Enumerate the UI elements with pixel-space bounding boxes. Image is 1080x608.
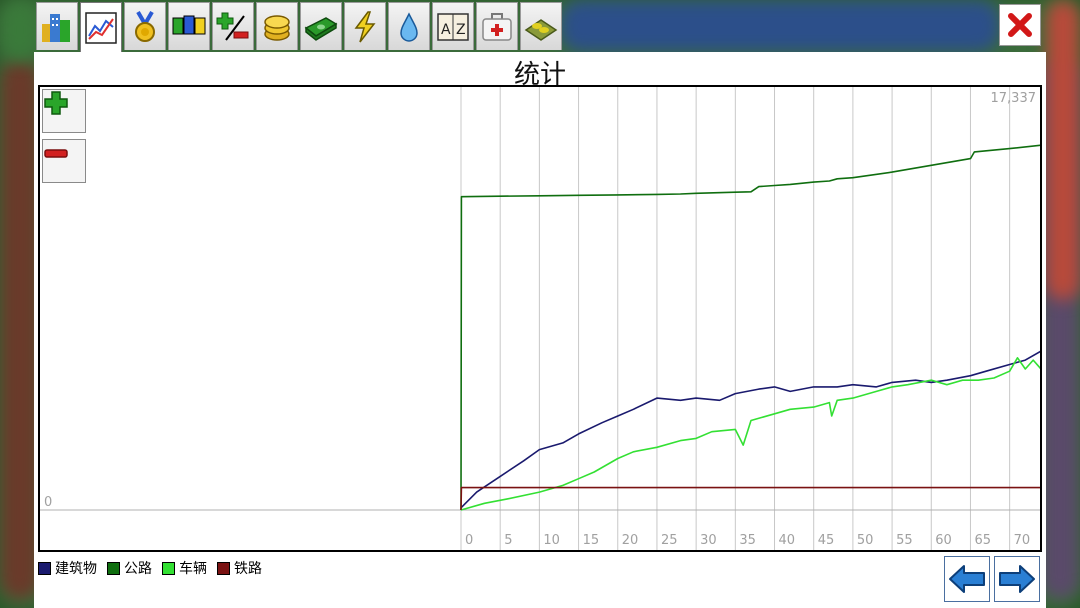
legend-swatch xyxy=(217,561,230,575)
close-icon xyxy=(1008,13,1032,37)
x-tick-label: 20 xyxy=(622,533,639,548)
zoom-out-button[interactable] xyxy=(42,139,86,183)
svg-text:A: A xyxy=(441,22,451,38)
tab-lightning[interactable] xyxy=(344,2,386,50)
legend-label: 建筑物 xyxy=(55,561,97,577)
x-tick-label: 0 xyxy=(465,533,473,548)
x-tick-label: 50 xyxy=(857,533,874,548)
medal-icon xyxy=(135,10,155,42)
tab-city-buildings[interactable] xyxy=(36,2,78,50)
series-line-1 xyxy=(460,144,1040,511)
legend-item: 建筑物 xyxy=(38,558,97,578)
zoom-in-button[interactable] xyxy=(42,89,86,133)
city-buildings-icon xyxy=(42,13,70,42)
az-book-icon: AZ xyxy=(437,12,469,41)
series-line-3 xyxy=(460,486,1040,511)
x-tick-label: 60 xyxy=(935,533,952,548)
water-drop-icon xyxy=(400,11,418,42)
svg-text:Z: Z xyxy=(456,22,466,38)
tab-coins[interactable] xyxy=(256,2,298,50)
x-tick-label: 25 xyxy=(661,533,678,548)
legend-item: 公路 xyxy=(107,558,152,578)
tab-medical-kit[interactable] xyxy=(476,2,518,50)
tab-plus-minus[interactable] xyxy=(212,2,254,50)
x-tick-label: 10 xyxy=(543,533,560,548)
statistics-chart[interactable]: 0 5 10 15 20 25 30 35 40 45 50 55 60 65 70 17,337 0 xyxy=(38,85,1042,552)
tab-line-chart[interactable] xyxy=(80,2,122,52)
y-min-label: 0 xyxy=(44,495,52,510)
legend-label: 公路 xyxy=(124,561,152,577)
minus-icon xyxy=(44,149,68,158)
arrow-right-icon xyxy=(999,565,1035,593)
close-button[interactable] xyxy=(999,4,1041,46)
legend-swatch xyxy=(38,561,51,575)
legend-swatch xyxy=(162,561,175,575)
next-button[interactable] xyxy=(994,556,1040,602)
chart-legend: 建筑物 公路 车辆 铁路 xyxy=(38,558,272,578)
x-tick-label: 70 xyxy=(1014,533,1031,548)
x-tick-label: 55 xyxy=(896,533,913,548)
farm-field-icon xyxy=(524,18,558,41)
tab-medal[interactable] xyxy=(124,2,166,50)
line-chart-icon xyxy=(85,11,117,44)
tab-bar-blocks[interactable] xyxy=(168,2,210,50)
bar-blocks-icon xyxy=(172,15,206,34)
category-toolbar: AZ xyxy=(36,2,564,52)
series-line-0 xyxy=(460,350,1040,509)
legend-label: 车辆 xyxy=(179,561,207,577)
plus-icon xyxy=(44,91,68,115)
tab-money-stack[interactable] xyxy=(300,2,342,50)
tab-water-drop[interactable] xyxy=(388,2,430,50)
x-tick-label: 30 xyxy=(700,533,717,548)
y-max-label: 17,337 xyxy=(991,91,1037,106)
legend-swatch xyxy=(107,561,120,575)
statistics-panel: 统计 0 5 10 15 20 25 30 35 40 45 50 55 60 65 70 17,337 0 建… xyxy=(34,52,1046,608)
legend-item: 车辆 xyxy=(162,558,207,578)
plus-minus-icon xyxy=(216,12,249,41)
tab-az-book[interactable]: AZ xyxy=(432,2,474,50)
money-stack-icon xyxy=(304,16,338,41)
x-tick-label: 40 xyxy=(779,533,796,548)
x-tick-label: 35 xyxy=(739,533,756,548)
x-tick-label: 45 xyxy=(818,533,835,548)
arrow-left-icon xyxy=(949,565,985,593)
legend-item: 铁路 xyxy=(217,558,262,578)
chart-canvas: 0 5 10 15 20 25 30 35 40 45 50 55 60 65 70 17,337 0 xyxy=(40,87,1040,550)
medical-kit-icon xyxy=(482,12,512,41)
tab-farm-field[interactable] xyxy=(520,2,562,50)
lightning-icon xyxy=(354,10,376,42)
x-tick-label: 65 xyxy=(974,533,991,548)
legend-label: 铁路 xyxy=(234,561,262,577)
x-tick-label: 15 xyxy=(583,533,600,548)
previous-button[interactable] xyxy=(944,556,990,602)
coins-icon xyxy=(264,14,290,41)
x-tick-label: 5 xyxy=(504,533,512,548)
